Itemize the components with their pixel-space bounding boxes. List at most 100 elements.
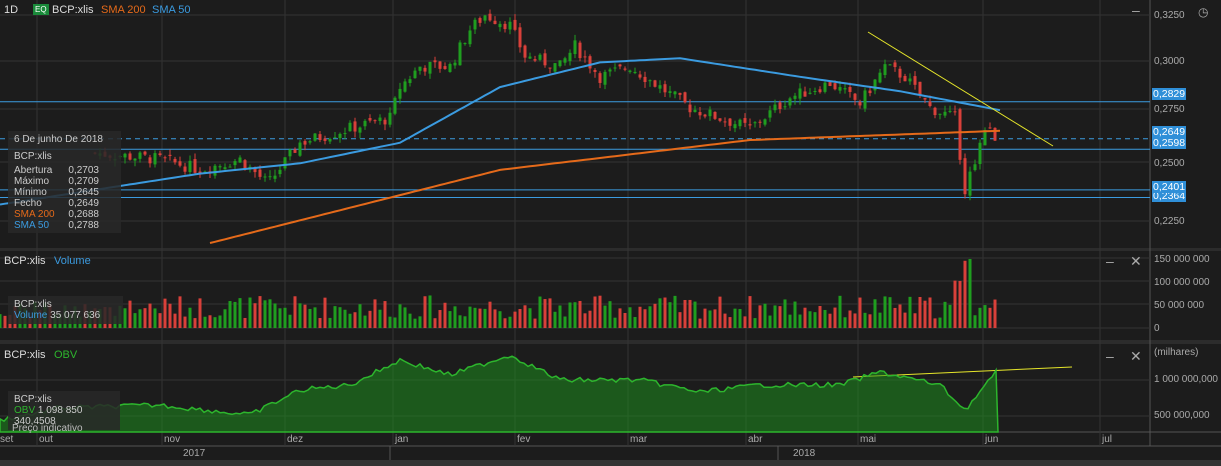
candle (278, 169, 282, 175)
candle (948, 110, 952, 112)
volume-bar (933, 318, 937, 328)
candle (173, 158, 177, 163)
candle (693, 109, 697, 113)
tooltip-label: SMA 50 (14, 220, 50, 231)
month-label: out (39, 434, 53, 445)
volume-bar (148, 303, 152, 328)
volume-bar (168, 303, 172, 328)
candle (573, 40, 577, 55)
month-label: abr (748, 434, 763, 445)
candle (588, 56, 592, 69)
volume-bar (823, 309, 827, 328)
volume-bar (683, 300, 687, 328)
candle (518, 27, 522, 48)
volume-bar (663, 297, 667, 328)
sma50-legend[interactable]: SMA 50 (152, 4, 191, 16)
volume-bar (243, 317, 247, 328)
tooltip-value: 0,2649 (68, 198, 99, 209)
volume-bar (228, 301, 232, 328)
candle (823, 82, 827, 92)
obv-minimize-button[interactable]: – (1106, 348, 1114, 364)
candle (553, 63, 557, 72)
volume-bar (878, 312, 882, 328)
volume-bar (488, 301, 492, 328)
volume-bar (723, 313, 727, 328)
candle (733, 124, 737, 129)
volume-bar (3, 315, 7, 328)
candle (358, 127, 362, 133)
volume-bar (403, 307, 407, 328)
candle (168, 154, 172, 156)
candle (523, 45, 527, 58)
tooltip-value: 0,2703 (68, 165, 99, 176)
candle (453, 62, 457, 66)
candle (688, 104, 692, 113)
volume-bar (633, 317, 637, 328)
volume-bar (893, 307, 897, 328)
volume-bar (993, 299, 997, 328)
volume-bar (978, 307, 982, 328)
volume-bar (573, 302, 577, 328)
panel-divider (0, 248, 1221, 251)
volume-tick: 0 (1154, 323, 1160, 334)
candle (578, 42, 582, 59)
candle (643, 76, 647, 83)
candle (228, 166, 232, 168)
volume-bar (563, 316, 567, 328)
volume-bar (188, 307, 192, 328)
interval-label[interactable]: 1D (4, 4, 18, 16)
volume-bar (418, 316, 422, 328)
obv-close-button[interactable]: ✕ (1130, 348, 1142, 365)
candle (583, 56, 587, 58)
volume-bar (648, 306, 652, 328)
price-tick: 0,2750 (1154, 104, 1185, 115)
volume-bar (628, 307, 632, 328)
candle (758, 121, 762, 123)
candle (703, 114, 707, 117)
volume-bar (858, 297, 862, 328)
clock-icon[interactable]: ◷ (1198, 5, 1208, 19)
volume-tick: 100 000 000 (1154, 277, 1210, 288)
volume-bar (383, 301, 387, 328)
volume-bar (438, 310, 442, 328)
candle (133, 158, 137, 161)
price-tick: 0,3000 (1154, 56, 1185, 67)
volume-bar (593, 296, 597, 328)
candle (348, 122, 352, 132)
candle (883, 64, 887, 76)
volume-bar (263, 300, 267, 328)
candle (243, 160, 247, 169)
volume-bar (843, 317, 847, 328)
volume-bar (668, 302, 672, 328)
tooltip-label: Máximo (14, 176, 50, 187)
volume-bar (768, 315, 772, 328)
minimize-button[interactable]: – (1132, 2, 1140, 18)
volume-close-button[interactable]: ✕ (1130, 253, 1142, 270)
obv-symbol: BCP:xlis (4, 349, 46, 361)
candle (438, 61, 442, 69)
volume-bar (203, 316, 207, 328)
volume-minimize-button[interactable]: – (1106, 253, 1114, 269)
volume-bar (803, 307, 807, 328)
volume-bar (398, 304, 402, 328)
volume-bar (173, 313, 177, 328)
candle (488, 13, 492, 21)
volume-bar (928, 297, 932, 328)
candle (923, 97, 927, 100)
volume-bar (448, 311, 452, 328)
volume-bar (138, 309, 142, 328)
candle (818, 89, 822, 93)
chart-canvas[interactable] (0, 0, 1221, 466)
sma200-legend[interactable]: SMA 200 (101, 4, 146, 16)
volume-bar (298, 303, 302, 328)
volume-bar (318, 318, 322, 328)
candle (828, 81, 832, 86)
candle (313, 133, 317, 141)
volume-bar (788, 314, 792, 328)
candle (548, 67, 552, 69)
volume-bar (258, 296, 262, 328)
volume-bar (473, 307, 477, 328)
volume-bar (303, 304, 307, 328)
candle (263, 176, 267, 178)
volume-bar (853, 313, 857, 328)
